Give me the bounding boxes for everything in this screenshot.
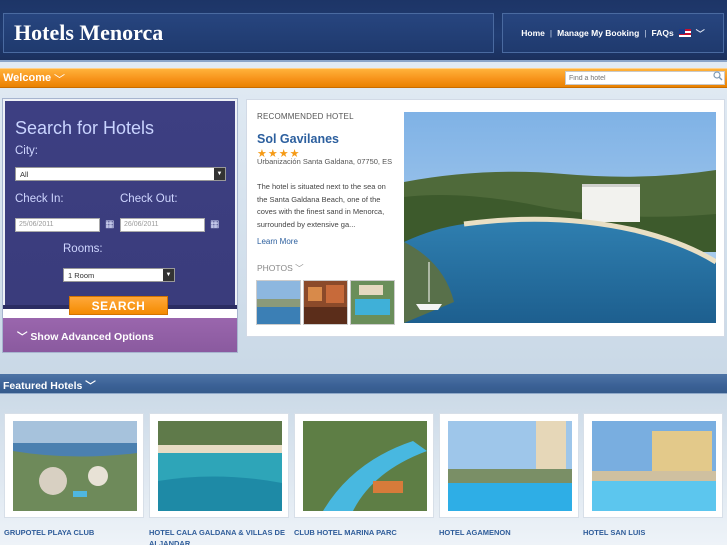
nav-separator: | (644, 28, 647, 38)
featured-hotel-name[interactable]: HOTEL AGAMENON (439, 527, 584, 538)
welcome-label[interactable]: Welcome (3, 72, 51, 84)
featured-hotel-name[interactable]: HOTEL SAN LUIS (583, 527, 727, 538)
featured-hotel-name[interactable]: HOTEL CALA GALDANA & VILLAS DE ALJANDAR (149, 527, 294, 545)
featured-hotels-bar: Featured Hotels ﹀ (0, 374, 727, 394)
check-in-label: Check In: (15, 193, 64, 205)
nav-home-link[interactable]: Home (521, 28, 545, 38)
rooms-label: Rooms: (63, 243, 103, 255)
featured-hotel-photo[interactable] (448, 421, 572, 511)
featured-hotels-label[interactable]: Featured Hotels ﹀ (3, 378, 96, 393)
featured-hotel-name[interactable]: GRUPOTEL PLAYA CLUB (4, 527, 149, 538)
rooms-select[interactable]: 1 Room ▼ (63, 268, 175, 282)
recommended-hotel-photo[interactable] (404, 112, 716, 323)
search-panel: Search for Hotels City: All ▼ Check In: … (3, 99, 237, 352)
logo-box[interactable]: Hotels Menorca (3, 13, 494, 53)
search-title: Search for Hotels (15, 118, 155, 138)
check-out-field[interactable]: 26/06/2011 (120, 218, 205, 232)
site-logo[interactable]: Hotels Menorca (14, 20, 163, 46)
featured-hotel-card[interactable] (4, 413, 144, 518)
hotel-address: Urbanización Santa Galdana, 07750, ES (257, 157, 393, 166)
calendar-icon[interactable]: ▦ (210, 220, 221, 230)
featured-hotel-card[interactable] (294, 413, 434, 518)
find-hotel-input[interactable] (565, 71, 725, 85)
top-nav: Home | Manage My Booking | FAQs ﹀ (502, 13, 724, 53)
calendar-icon[interactable]: ▦ (105, 220, 116, 230)
learn-more-link[interactable]: Learn More (257, 237, 298, 246)
dropdown-arrow-icon[interactable]: ▼ (214, 168, 225, 180)
nav-faqs-link[interactable]: FAQs (652, 28, 674, 38)
photo-thumbnail[interactable] (350, 280, 395, 325)
featured-hotel-card[interactable] (439, 413, 579, 518)
featured-hotel-photo[interactable] (592, 421, 716, 511)
advanced-options-label: Show Advanced Options (30, 331, 154, 343)
city-select[interactable]: All ▼ (15, 167, 226, 181)
chevron-down-icon[interactable]: ﹀ (54, 71, 65, 87)
featured-hotel-photo[interactable] (158, 421, 282, 511)
featured-hotel-photo[interactable] (303, 421, 427, 511)
advanced-options-toggle[interactable]: ﹀ Show Advanced Options (3, 318, 237, 352)
recommended-label: RECOMMENDED HOTEL (257, 112, 354, 121)
photo-thumbnail[interactable] (256, 280, 301, 325)
check-in-field[interactable]: 25/06/2011 (15, 218, 100, 232)
search-icon[interactable] (711, 71, 725, 85)
chevron-down-icon: ﹀ (85, 380, 96, 392)
dropdown-arrow-icon[interactable]: ▼ (163, 269, 174, 281)
featured-hotel-photo[interactable] (13, 421, 137, 511)
city-label: City: (15, 145, 38, 157)
rooms-select-value: 1 Room (68, 271, 95, 280)
check-out-label: Check Out: (120, 193, 178, 205)
search-button[interactable]: SEARCH (69, 296, 168, 315)
photos-label[interactable]: PHOTOS ﹀ (257, 262, 304, 274)
featured-hotel-card[interactable] (149, 413, 289, 518)
featured-hotel-card[interactable] (583, 413, 723, 518)
city-select-value: All (20, 170, 29, 179)
site-header: Hotels Menorca Home | Manage My Booking … (0, 0, 727, 62)
hotel-description: The hotel is situated next to the sea on… (257, 182, 386, 229)
nav-manage-booking-link[interactable]: Manage My Booking (557, 28, 639, 38)
recommended-hotel-name[interactable]: Sol Gavilanes (257, 132, 339, 146)
welcome-bar: Welcome ﹀ (0, 68, 727, 88)
chevron-down-icon: ﹀ (295, 263, 304, 273)
chevron-down-icon[interactable]: ﹀ (696, 27, 705, 40)
featured-hotel-name[interactable]: CLUB HOTEL MARINA PARC (294, 527, 439, 538)
uk-flag-icon[interactable] (678, 29, 691, 37)
chevron-down-icon: ﹀ (17, 331, 31, 343)
recommended-hotel-box: RECOMMENDED HOTEL Sol Gavilanes ★★★★ Urb… (246, 99, 725, 337)
nav-separator: | (549, 28, 553, 38)
photo-thumbnail[interactable] (303, 280, 348, 325)
